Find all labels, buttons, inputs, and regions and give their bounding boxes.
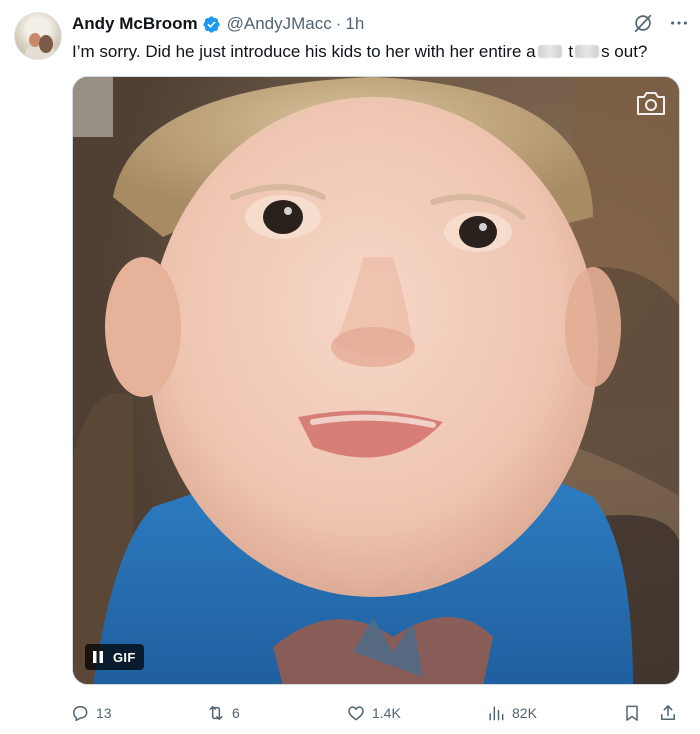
timestamp[interactable]: 1h [345,14,364,34]
reply-button[interactable]: 13 [70,700,112,726]
verified-badge-icon [203,15,220,33]
reply-count: 13 [96,705,112,721]
avatar[interactable] [14,12,62,60]
action-bar: 13 6 1.4K 82K [70,700,682,726]
author-name[interactable]: Andy McBroom [72,14,198,34]
grok-icon[interactable] [632,12,654,34]
views-icon [489,706,504,721]
gif-badge[interactable]: GIF [85,644,144,670]
top-icons [632,12,690,34]
gif-media[interactable]: GIF [72,76,680,685]
views-count: 82K [512,705,537,721]
share-icon [661,705,675,720]
like-button[interactable]: 1.4K [346,700,401,726]
repost-button[interactable]: 6 [206,700,240,726]
tweet-text-part-1: I’m sorry. Did he just introduce his kid… [72,42,536,61]
tweet: Andy McBroom @AndyJMacc · 1h I’m sorry. … [0,0,700,734]
share-button[interactable] [658,700,678,726]
gif-image [73,77,679,684]
bookmark-button[interactable] [622,700,642,726]
like-count: 1.4K [372,705,401,721]
bookmark-icon [626,705,638,721]
like-icon [348,706,364,721]
repost-icon [209,706,223,720]
tweet-header: Andy McBroom @AndyJMacc · 1h [72,12,364,36]
tweet-text-part-2: t [563,42,574,61]
author-handle[interactable]: @AndyJMacc [227,14,332,34]
pause-icon[interactable] [91,650,105,664]
more-icon[interactable] [668,12,690,34]
separator-dot: · [335,14,342,33]
views-button[interactable]: 82K [486,700,537,726]
repost-count: 6 [232,705,240,721]
camera-icon[interactable] [635,89,667,117]
tweet-text-part-3: s out? [601,42,648,61]
censored-word-1 [537,45,562,58]
censored-word-2 [575,45,600,58]
reply-icon [73,706,88,722]
tweet-text: I’m sorry. Did he just introduce his kid… [72,40,647,64]
gif-label: GIF [113,649,136,665]
